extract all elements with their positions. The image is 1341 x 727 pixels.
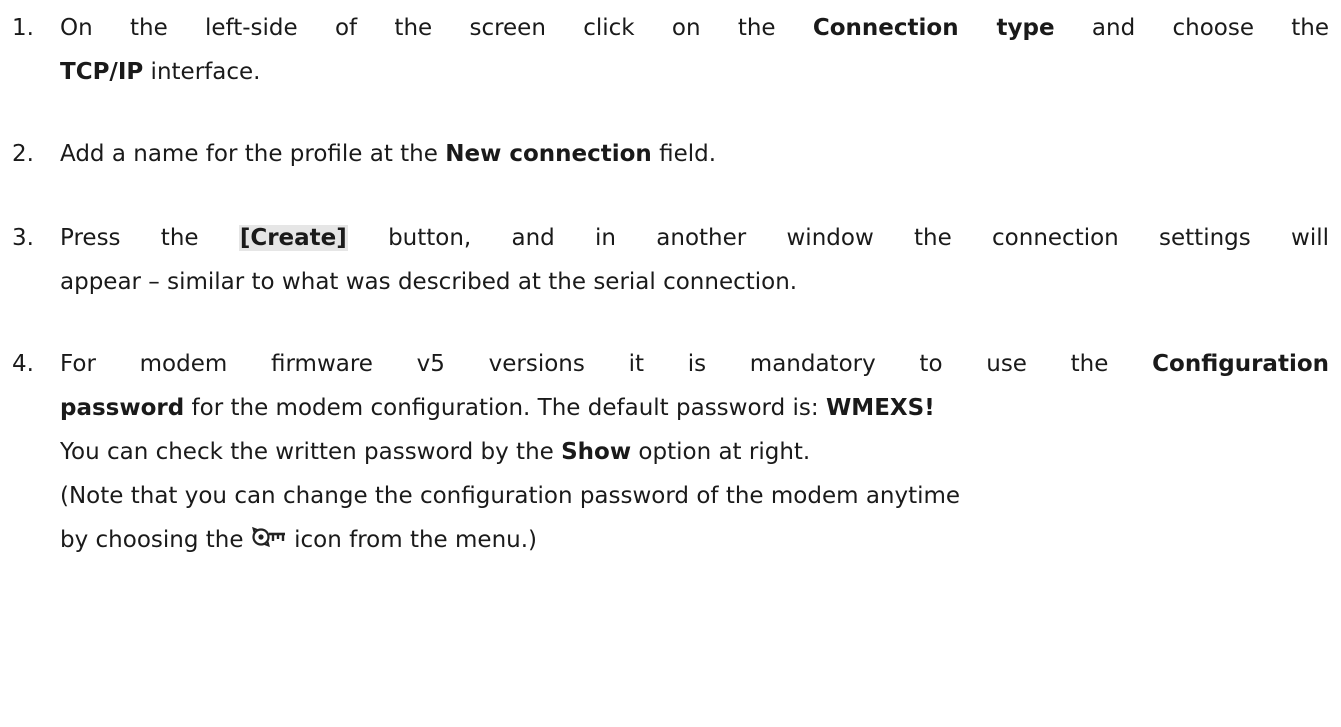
connection-type-term: Connection type	[812, 15, 1055, 41]
step-text-line: password for the modem configuration. Th…	[60, 395, 935, 421]
instructions-document: 1. On the left-side of the screen click …	[0, 0, 1341, 727]
step-text-line: On the left-side of the screen click on …	[60, 15, 1330, 41]
default-password-value: WMEXS!	[825, 395, 935, 421]
step-2: 2. Add a name for the profile at the New…	[12, 132, 1329, 176]
step-number: 4.	[12, 351, 34, 377]
step-text-line: by choosing the icon from the menu.)	[60, 518, 1329, 562]
show-option-term: Show	[561, 439, 632, 465]
step-4: 4. For modem firmware v5 versions it is …	[12, 342, 1329, 562]
step-number: 1.	[12, 15, 34, 41]
create-button-reference: [Create]	[238, 225, 348, 251]
step-text-line: TCP/IP interface.	[60, 59, 261, 85]
step-text-line: Add a name for the profile at the New co…	[60, 141, 717, 167]
step-text-line: Press the [Create] button, and in anothe…	[60, 225, 1330, 251]
password-key-refresh-icon	[251, 521, 287, 548]
tcp-ip-term: TCP/IP	[60, 59, 144, 85]
new-connection-term: New connection	[445, 141, 652, 167]
configuration-term: Configuration	[1152, 351, 1329, 377]
step-number: 3.	[12, 225, 34, 251]
step-text-line: For modem firmware v5 versions it is man…	[60, 351, 1329, 377]
password-term: password	[60, 395, 185, 421]
steps-list: 1. On the left-side of the screen click …	[12, 6, 1329, 562]
step-text-line: appear – similar to what was described a…	[60, 269, 798, 295]
step-text-line: (Note that you can change the configurat…	[60, 483, 961, 509]
step-1: 1. On the left-side of the screen click …	[12, 6, 1329, 94]
step-3: 3. Press the [Create] button, and in ano…	[12, 216, 1329, 304]
step-number: 2.	[12, 141, 34, 167]
step-text-line: You can check the written password by th…	[60, 439, 811, 465]
